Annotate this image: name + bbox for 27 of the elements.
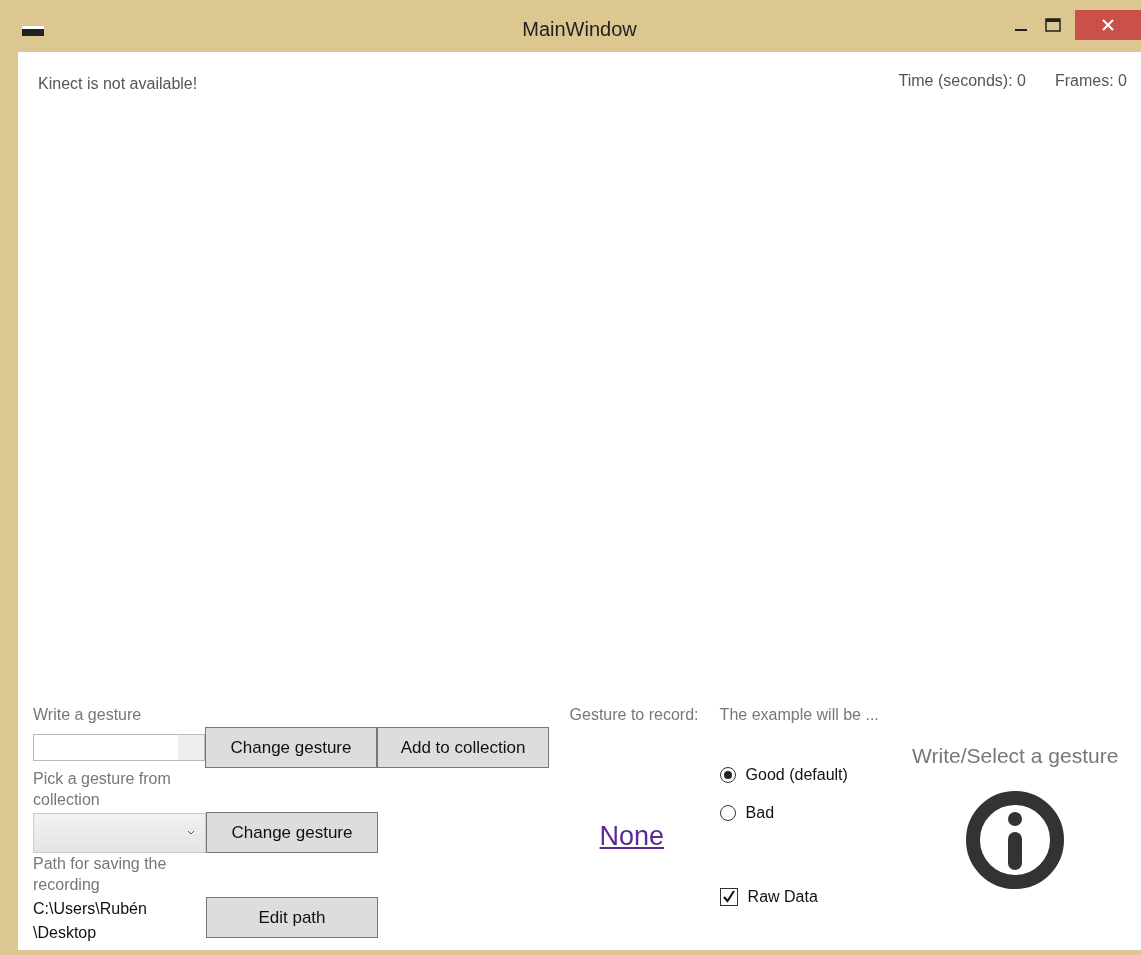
field-label: Path for saving the recording <box>33 854 168 895</box>
action-button[interactable]: Add to collection <box>377 727 549 768</box>
path-text: C:\Users\Rubén\Desktop <box>33 899 148 943</box>
close-button[interactable] <box>1075 10 1141 40</box>
radio-option[interactable]: Good (default) <box>719 766 904 784</box>
chevron-icon <box>187 830 195 835</box>
window-title: MainWindow <box>522 18 637 41</box>
radio-option[interactable]: Bad <box>719 804 904 822</box>
field-label: Write a gesture <box>33 705 143 725</box>
field-label: The example will be ... <box>719 705 880 725</box>
action-button[interactable]: Edit path <box>206 897 378 938</box>
action-button[interactable]: Change gesture <box>206 812 378 853</box>
frames-counter: Frames: 0 <box>1055 72 1127 91</box>
field-label: Gesture to record: <box>569 705 700 725</box>
action-button[interactable]: Change gesture <box>205 727 377 768</box>
maximize-icon <box>1045 18 1061 32</box>
gesture-input[interactable] <box>33 734 205 761</box>
raw-data-checkbox[interactable]: Raw Data <box>719 888 904 906</box>
hint-text: Write/Select a gesture <box>912 744 1119 768</box>
field-label: Pick a gesture from collection <box>33 769 172 810</box>
time-counter: Time (seconds): 0 <box>898 72 1026 91</box>
minimize-icon <box>1015 29 1027 31</box>
window-menu-icon[interactable] <box>22 26 44 36</box>
gesture-link[interactable]: None <box>599 821 665 852</box>
close-icon <box>1102 19 1114 31</box>
status-message: Kinect is not available! <box>38 75 198 93</box>
info-icon <box>965 790 1066 890</box>
